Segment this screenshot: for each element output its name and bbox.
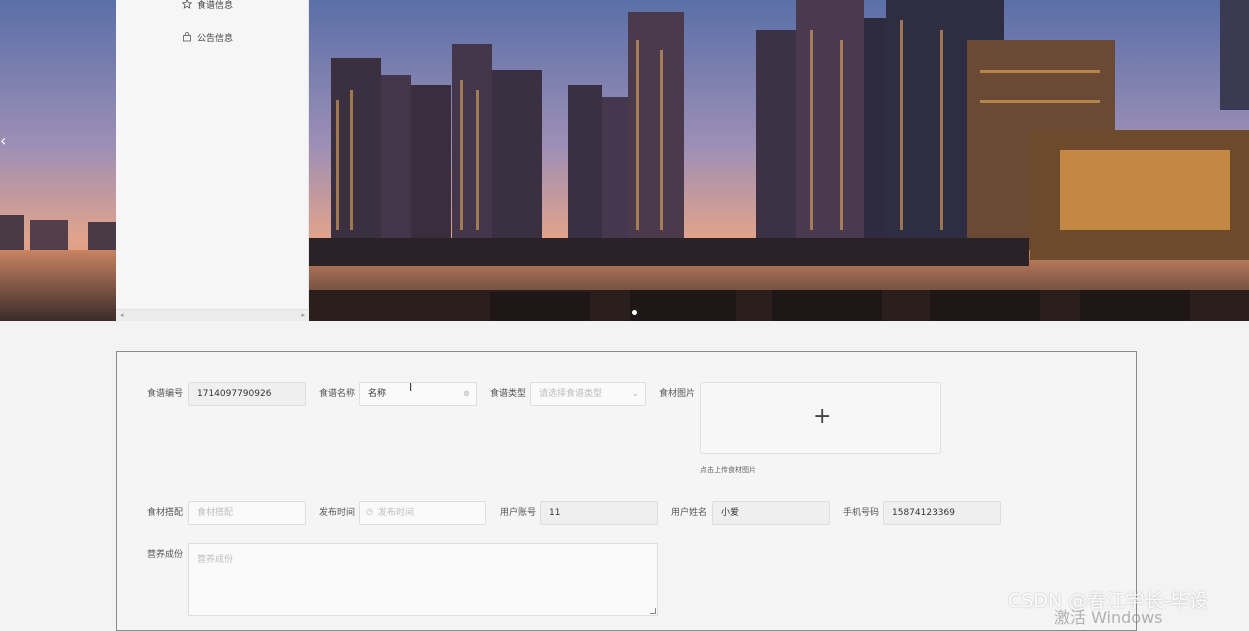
carousel-indicator-dot[interactable] bbox=[632, 310, 637, 315]
nutrition-placeholder: 营养成份 bbox=[197, 555, 234, 565]
sidebar-item-recipe-info[interactable]: 食谱信息 bbox=[182, 0, 233, 11]
recipe-name-input[interactable]: 名称 bbox=[359, 382, 477, 406]
phone-input[interactable]: 15874123369 bbox=[883, 501, 1001, 525]
user-name-label: 用户姓名 bbox=[671, 508, 708, 518]
sidebar-item-label: 公告信息 bbox=[197, 33, 234, 44]
recipe-no-input[interactable]: 1714097790926 bbox=[188, 382, 306, 406]
user-account-label: 用户账号 bbox=[500, 508, 537, 518]
scroll-right-icon[interactable]: ▸ bbox=[301, 311, 305, 319]
clear-icon[interactable]: ⊗ bbox=[463, 389, 470, 398]
sidebar-item-label: 食谱信息 bbox=[197, 0, 234, 11]
publish-time-label: 发布时间 bbox=[319, 508, 356, 518]
plus-icon: + bbox=[813, 404, 832, 429]
recipe-no-label: 食谱编号 bbox=[147, 389, 184, 399]
chevron-down-icon[interactable]: ⌄ bbox=[632, 389, 639, 398]
star-icon bbox=[182, 0, 192, 9]
bag-icon bbox=[183, 32, 191, 42]
text-cursor-icon: I bbox=[409, 381, 413, 394]
ingredient-image-label: 食材图片 bbox=[659, 389, 696, 399]
ingredients-label: 食材搭配 bbox=[147, 508, 184, 518]
upload-tip: 点击上传食材图片 bbox=[700, 466, 756, 474]
sidebar-menu: 食谱信息 公告信息 ◂ ▸ bbox=[116, 0, 309, 321]
sidebar-horizontal-scrollbar[interactable]: ◂ ▸ bbox=[116, 309, 309, 321]
nutrition-textarea[interactable]: 营养成份 bbox=[188, 543, 658, 616]
clock-icon: ◷ bbox=[366, 507, 373, 516]
activate-windows-text: 激活 Windows bbox=[1054, 608, 1163, 627]
recipe-type-select[interactable]: 请选择食谱类型 bbox=[530, 382, 646, 406]
recipe-type-label: 食谱类型 bbox=[490, 389, 527, 399]
user-name-input[interactable]: 小爱 bbox=[712, 501, 830, 525]
publish-time-picker[interactable]: 发布时间 bbox=[359, 501, 486, 525]
carousel-prev-arrow[interactable]: ‹ bbox=[0, 130, 10, 152]
scroll-left-icon[interactable]: ◂ bbox=[120, 311, 124, 319]
user-account-input[interactable]: 11 bbox=[540, 501, 658, 525]
resize-handle-icon[interactable] bbox=[650, 608, 656, 614]
sidebar-item-announcement[interactable]: 公告信息 bbox=[182, 30, 233, 44]
image-upload-box[interactable]: + bbox=[700, 382, 941, 454]
recipe-name-label: 食谱名称 bbox=[319, 389, 356, 399]
nutrition-label: 营养成份 bbox=[147, 550, 184, 560]
phone-label: 手机号码 bbox=[843, 508, 880, 518]
ingredients-input[interactable]: 食材搭配 bbox=[188, 501, 306, 525]
